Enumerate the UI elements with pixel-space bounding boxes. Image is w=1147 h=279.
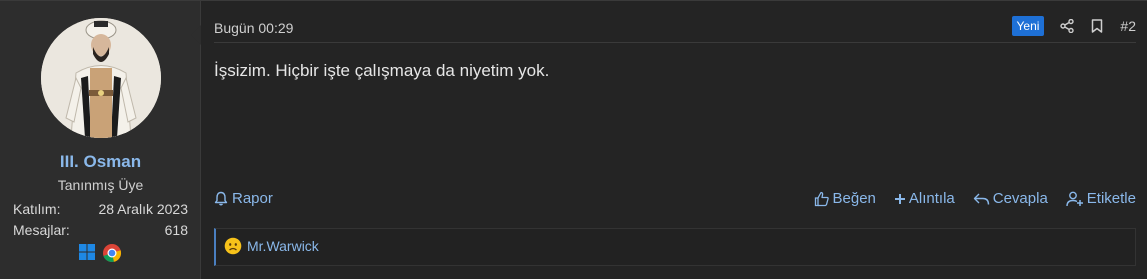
thumbs-up-icon [814, 191, 829, 206]
message-count-value: 618 [164, 222, 188, 238]
sad-face-emoji-icon [224, 237, 242, 255]
post: III. Osman Tanınmış Üye Katılım: 28 Aral… [0, 0, 1147, 279]
message-count-label: Mesajlar: [13, 222, 70, 238]
join-date-value: 28 Aralık 2023 [98, 201, 188, 217]
post-number[interactable]: #2 [1120, 18, 1136, 34]
new-badge: Yeni [1011, 16, 1045, 36]
like-label: Beğen [832, 190, 876, 207]
user-plus-icon [1066, 191, 1083, 206]
user-title: Tanınmış Üye [57, 177, 144, 193]
user-cell-arrow [191, 25, 201, 45]
post-main: Bugün 00:29 Yeni #2 İşsizim. Hiçbir işte… [201, 1, 1147, 279]
report-button[interactable]: Rapor [214, 190, 273, 207]
reaction-list[interactable]: Mr.Warwick [224, 237, 319, 255]
avatar[interactable] [41, 18, 161, 138]
reply-button[interactable]: Cevapla [973, 190, 1048, 207]
reply-icon [973, 193, 989, 205]
reactions-bar: Mr.Warwick [214, 228, 1136, 266]
post-body: İşsizim. Hiçbir işte çalışmaya da niyeti… [214, 61, 550, 80]
quote-label: Alıntıla [908, 190, 955, 207]
post-date[interactable]: Bugün 00:29 [214, 20, 293, 36]
user-cell: III. Osman Tanınmış Üye Katılım: 28 Aral… [0, 1, 201, 279]
post-meta: Bugün 00:29 Yeni #2 [214, 16, 1136, 43]
plus-icon [894, 193, 905, 204]
like-button[interactable]: Beğen [814, 190, 876, 207]
bell-icon [214, 191, 228, 206]
windows-icon [79, 244, 95, 260]
reaction-user: Mr.Warwick [247, 238, 319, 254]
report-label: Rapor [232, 190, 273, 207]
bookmark-icon[interactable] [1090, 18, 1104, 34]
portrait-avatar-icon [41, 18, 161, 138]
chrome-icon [103, 244, 122, 263]
post-meta-actions: Yeni #2 [1011, 16, 1136, 36]
post-actions-right: Beğen Alıntıla Cevapla Etiketle [814, 190, 1136, 207]
tag-button[interactable]: Etiketle [1066, 190, 1136, 207]
tag-label: Etiketle [1086, 190, 1136, 207]
post-actions: Rapor Beğen Alıntıla Cevapla Etiketle [214, 190, 1136, 212]
os-icons [78, 243, 122, 263]
quote-button[interactable]: Alıntıla [894, 190, 955, 207]
reply-label: Cevapla [992, 190, 1048, 207]
username[interactable]: III. Osman [0, 152, 201, 172]
join-date-label: Katılım: [13, 201, 61, 217]
share-icon[interactable] [1060, 18, 1075, 34]
